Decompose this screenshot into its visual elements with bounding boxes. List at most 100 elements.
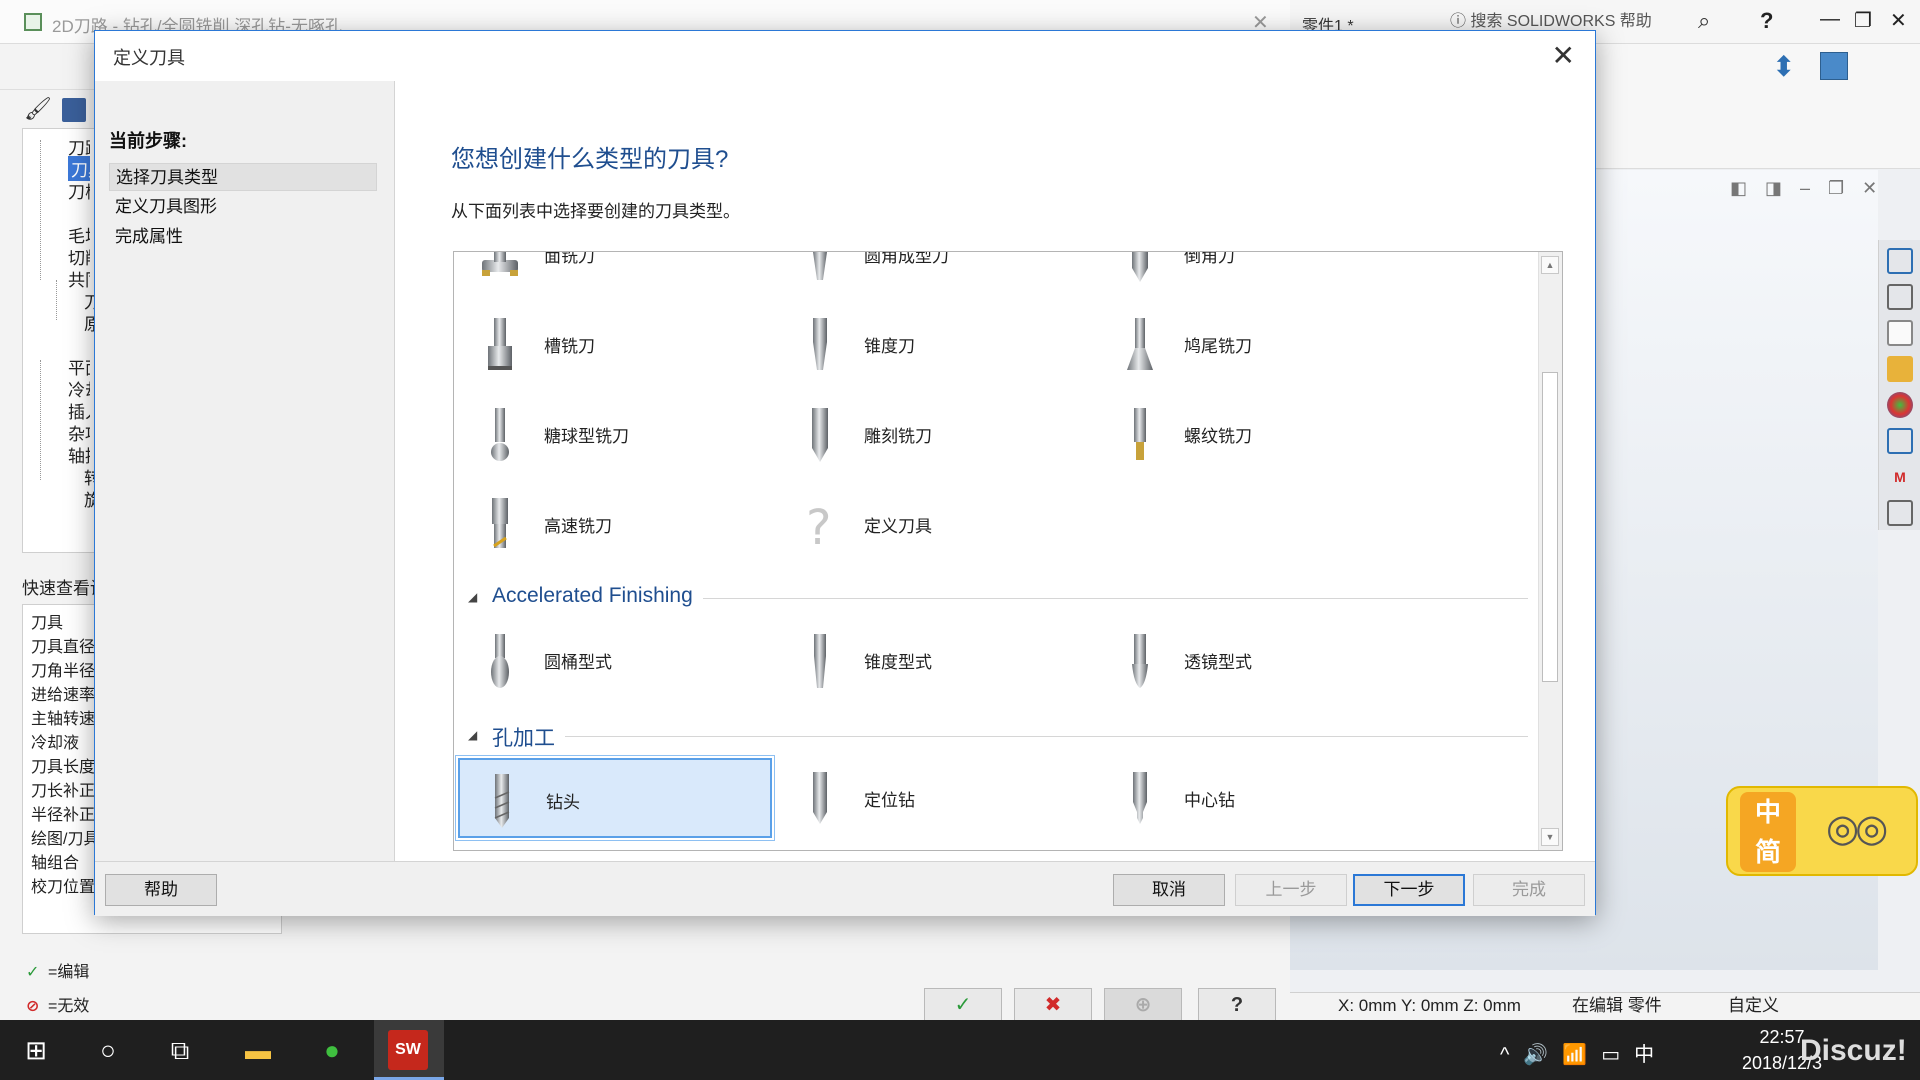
ime-widget[interactable]: 中简 ◎◎ (1726, 786, 1918, 876)
lollipop-mill-icon (478, 406, 522, 464)
folder-icon[interactable] (1887, 320, 1913, 346)
windows-start-icon[interactable]: ⊞ (16, 1030, 56, 1070)
legend-edit-label: =编辑 (48, 964, 90, 981)
tool-type-item[interactable]: ? 定义刀具 (778, 484, 1092, 564)
tool-type-label: 定位钻 (864, 791, 915, 810)
home-icon[interactable] (1887, 248, 1913, 274)
quick-view-item: 进给速率 (31, 687, 96, 704)
tool-icon[interactable]: 🖌 (24, 96, 52, 124)
palette-icon[interactable] (1887, 356, 1913, 382)
tool-type-item[interactable]: 倒角刀 (1098, 252, 1412, 294)
tool-type-item[interactable]: 钻头 (455, 755, 775, 841)
step-select-type[interactable]: 选择刀具类型 (109, 163, 377, 191)
close-icon[interactable]: ✕ (1890, 8, 1907, 33)
dialog-titlebar: 定义刀具 ✕ (95, 31, 1595, 81)
tray-language[interactable]: 中 (1634, 1044, 1668, 1066)
system-tray[interactable]: ^🔊📶▭中 (1500, 1038, 1668, 1067)
appearance-icon[interactable] (1887, 392, 1913, 418)
question-icon[interactable]: ? (1760, 8, 1773, 34)
library-icon[interactable] (1887, 284, 1913, 310)
tool-type-item[interactable]: 圆桶型式 (458, 620, 772, 700)
tool-type-item[interactable]: 圆角成型刀 (778, 252, 1092, 294)
group-title: 孔加工 (492, 722, 565, 752)
cancel-icon-button[interactable]: ✖ (1014, 988, 1092, 1022)
scroll-thumb[interactable] (1542, 372, 1558, 682)
task-pane: M (1878, 240, 1920, 530)
tool-type-item[interactable]: 雕刻铣刀 (778, 394, 1092, 474)
restore-icon[interactable]: ❐ (1854, 8, 1872, 33)
app-icon (24, 13, 42, 31)
tool-type-item[interactable]: 高速铣刀 (458, 484, 772, 564)
tool-type-item[interactable]: 锥度刀 (778, 304, 1092, 384)
document-window-controls[interactable]: ◧◨–❐✕ (1730, 178, 1895, 199)
properties-icon[interactable] (1887, 428, 1913, 454)
search-icon[interactable]: ⌕ (1698, 8, 1710, 34)
page-subtitle: 从下面列表中选择要创建的刀具类型。 (451, 202, 740, 221)
steps-title: 当前步骤: (109, 131, 187, 151)
collapse-triangle-icon[interactable]: ◢ (468, 590, 477, 604)
save-icon[interactable] (62, 98, 86, 122)
ime-mascot-icon: ◎◎ (1826, 808, 1888, 850)
add-button[interactable]: ⊕ (1104, 988, 1182, 1022)
tree-connector (40, 360, 41, 480)
ime-mode-bottom: 简 (1754, 837, 1781, 867)
tool-type-label: 中心钻 (1184, 791, 1235, 810)
view-cube-icon[interactable] (1820, 52, 1848, 80)
thread-mill-icon (1118, 406, 1162, 464)
group-header[interactable]: ◢ Accelerated Finishing (468, 580, 1528, 614)
tool-type-label: 圆桶型式 (544, 653, 612, 672)
quick-view-item: 校刀位置 (31, 879, 96, 896)
task-view-icon[interactable]: ⧉ (160, 1030, 200, 1070)
scroll-down-icon[interactable]: ▼ (1541, 828, 1559, 846)
tool-type-item[interactable]: 面铣刀 (458, 252, 772, 294)
browser-icon[interactable]: ● (312, 1030, 352, 1070)
tool-type-label: 定义刀具 (864, 517, 932, 536)
quick-view-item: 刀具直径 (31, 639, 96, 656)
legend-invalid: ⊘ =无效 (26, 992, 89, 1016)
file-explorer-icon[interactable]: ▬ (238, 1030, 278, 1070)
high-speed-mill-icon (478, 496, 522, 554)
tool-type-label: 高速铣刀 (544, 517, 612, 536)
forum-icon[interactable] (1887, 500, 1913, 526)
vertical-scrollbar[interactable]: ▲ ▼ (1538, 252, 1562, 850)
quick-view-item: 刀角半径 (31, 663, 96, 680)
cam-icon[interactable]: M (1887, 464, 1913, 490)
quick-view-item: 绘图/刀具 (31, 831, 100, 848)
group-header[interactable]: ◢ 孔加工 (468, 718, 1528, 752)
step-define-graphics[interactable]: 定义刀具图形 (109, 193, 377, 221)
cancel-button[interactable]: 取消 (1113, 874, 1225, 906)
solidworks-icon[interactable]: SW (388, 1030, 428, 1070)
tree-item[interactable]: 刀柄 (68, 178, 90, 203)
tool-type-item[interactable]: 糖球型铣刀 (458, 394, 772, 474)
tool-type-item[interactable]: 透镜型式 (1098, 620, 1412, 700)
tool-type-item[interactable]: 鸠尾铣刀 (1098, 304, 1412, 384)
step-finish-properties[interactable]: 完成属性 (109, 223, 377, 251)
engraving-tool-icon (1118, 252, 1162, 284)
minimize-icon[interactable]: — (1820, 8, 1840, 31)
collapse-triangle-icon[interactable]: ◢ (468, 728, 477, 742)
next-button[interactable]: 下一步 (1353, 874, 1465, 906)
tool-type-label: 锥度型式 (864, 653, 932, 672)
ime-mode-top: 中 (1754, 797, 1781, 827)
close-icon[interactable]: ✕ (1552, 39, 1575, 72)
normal-to-icon[interactable]: ⬍ (1772, 50, 1802, 82)
tool-type-item[interactable]: 定位钻 (778, 758, 1092, 838)
help-icon-button[interactable]: ? (1198, 988, 1276, 1022)
tree-connector (56, 280, 57, 320)
help-button[interactable]: 帮助 (105, 874, 217, 906)
group-divider (492, 736, 1528, 737)
tool-type-item[interactable]: 槽铣刀 (458, 304, 772, 384)
cortana-icon[interactable]: ○ (88, 1030, 128, 1070)
tool-type-item[interactable]: 螺纹铣刀 (1098, 394, 1412, 474)
status-units[interactable]: 自定义 (1728, 993, 1779, 1019)
tool-type-item[interactable]: 中心钻 (1098, 758, 1412, 838)
previous-button[interactable]: 上一步 (1235, 874, 1347, 906)
finish-button[interactable]: 完成 (1473, 874, 1585, 906)
ok-button[interactable]: ✓ (924, 988, 1002, 1022)
status-coordinates: X: 0mm Y: 0mm Z: 0mm (1338, 996, 1521, 1015)
tool-type-list[interactable]: 面铣刀 圆角成型刀 倒角刀槽铣刀 锥度刀 鸠尾铣刀糖球型铣刀 雕刻铣刀 螺纹铣刀高速铣刀 ? 定… (453, 251, 1563, 851)
scroll-up-icon[interactable]: ▲ (1541, 256, 1559, 274)
invalid-icon: ⊘ (26, 998, 40, 1015)
tool-type-item[interactable]: 锥度型式 (778, 620, 1092, 700)
spot-drill-icon (798, 770, 842, 828)
